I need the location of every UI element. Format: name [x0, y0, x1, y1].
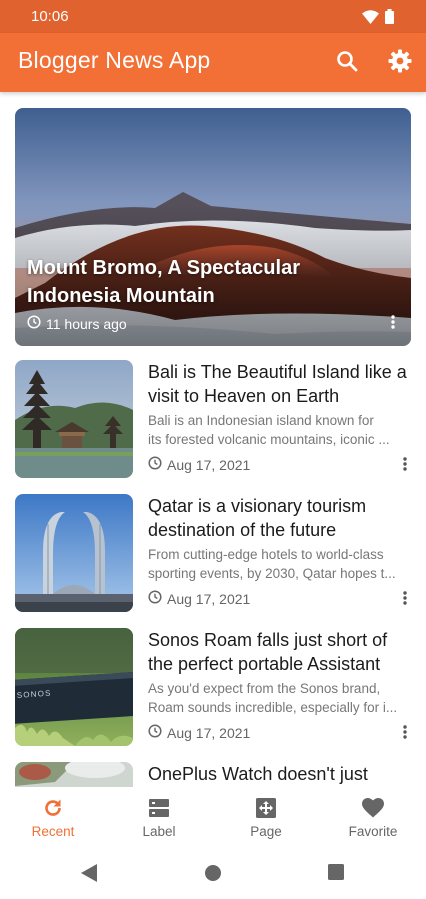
post-date-text: Aug 17, 2021 — [167, 724, 251, 741]
nav-favorite-label: Favorite — [348, 824, 398, 839]
more-vert-icon — [391, 315, 395, 333]
post-date-text: Aug 17, 2021 — [167, 456, 251, 473]
app-bar: Blogger News App — [0, 33, 426, 92]
home-icon — [205, 865, 221, 881]
nav-page-label: Page — [250, 824, 282, 839]
settings-button[interactable] — [387, 49, 413, 78]
post-thumbnail — [15, 762, 133, 787]
post-feed[interactable]: Mount Bromo, A Spectacular Indonesia Mou… — [0, 92, 426, 787]
post-excerpt-line: Bali is an Indonesian island known for — [148, 413, 374, 428]
nav-recent[interactable]: Recent — [0, 787, 106, 848]
refresh-icon — [43, 796, 63, 820]
more-vert-icon — [403, 591, 407, 609]
post-excerpt: Bali is an Indonesian island known for i… — [148, 411, 410, 449]
nav-label[interactable]: Label — [106, 787, 212, 848]
featured-more-button[interactable] — [391, 315, 395, 334]
nav-label-label: Label — [142, 824, 176, 839]
home-button[interactable] — [203, 863, 223, 883]
post-excerpt-line: its forested volcanic mountains, iconic … — [148, 432, 390, 447]
post-title: OnePlus Watch doesn't just — [148, 764, 368, 784]
clock-icon — [148, 724, 162, 741]
app-title: Blogger News App — [18, 47, 211, 73]
heart-icon — [362, 796, 384, 820]
wifi-icon — [362, 9, 379, 29]
label-icon — [149, 796, 169, 820]
post-date: Aug 17, 2021 — [148, 590, 250, 607]
search-icon — [336, 50, 358, 77]
post-title: Bali is The Beautiful Island like a visi… — [148, 362, 407, 406]
status-time: 10:06 — [31, 8, 69, 25]
post-item[interactable]: Qatar is a visionary tourism destination… — [15, 494, 411, 612]
featured-post-time: 11 hours ago — [27, 315, 127, 332]
post-title: Sonos Roam falls just short of the perfe… — [148, 630, 388, 674]
clock-icon — [27, 315, 41, 332]
featured-post-title: Mount Bromo, A Spectacular Indonesia Mou… — [27, 257, 300, 307]
gear-icon — [388, 49, 412, 78]
post-more-button[interactable] — [403, 457, 407, 476]
recents-icon — [328, 864, 344, 880]
page-icon — [256, 796, 276, 820]
more-vert-icon — [403, 725, 407, 743]
back-button[interactable] — [80, 863, 100, 883]
nav-page[interactable]: Page — [213, 787, 319, 848]
post-item[interactable]: Bali is The Beautiful Island like a visi… — [15, 360, 411, 478]
clock-icon — [148, 590, 162, 607]
bottom-navigation: Recent Label Page Favorite — [0, 787, 426, 848]
back-icon — [81, 864, 97, 882]
search-button[interactable] — [334, 50, 360, 76]
status-icons — [362, 9, 394, 29]
nav-favorite[interactable]: Favorite — [320, 787, 426, 848]
post-date: Aug 17, 2021 — [148, 456, 250, 473]
post-excerpt-line: From cutting-edge hotels to world-class — [148, 547, 384, 562]
post-item[interactable]: OnePlus Watch doesn't just — [15, 762, 411, 787]
post-excerpt: As you'd expect from the Sonos brand, Ro… — [148, 679, 410, 717]
nav-recent-label: Recent — [31, 824, 75, 839]
post-excerpt-line: As you'd expect from the Sonos brand, — [148, 681, 381, 696]
more-vert-icon — [403, 457, 407, 475]
status-bar: 10:06 — [0, 0, 426, 33]
post-more-button[interactable] — [403, 591, 407, 610]
system-navigation-bar — [0, 848, 426, 899]
post-excerpt-line: Roam sounds incredible, especially for i… — [148, 700, 398, 715]
post-more-button[interactable] — [403, 725, 407, 744]
recents-button[interactable] — [327, 863, 347, 883]
post-excerpt: From cutting-edge hotels to world-class … — [148, 545, 410, 583]
post-thumbnail: SONOS — [15, 628, 133, 746]
post-date-text: Aug 17, 2021 — [167, 590, 251, 607]
post-title: Qatar is a visionary tourism destination… — [148, 496, 367, 540]
post-date: Aug 17, 2021 — [148, 724, 250, 741]
clock-icon — [148, 456, 162, 473]
battery-icon — [385, 9, 394, 29]
post-thumbnail — [15, 360, 133, 478]
post-thumbnail — [15, 494, 133, 612]
post-item[interactable]: SONOS Sonos Roam falls just short of the… — [15, 628, 411, 746]
featured-post-time-text: 11 hours ago — [46, 315, 127, 332]
featured-post-card[interactable]: Mount Bromo, A Spectacular Indonesia Mou… — [15, 108, 411, 346]
post-excerpt-line: sporting events, by 2030, Qatar hopes t.… — [148, 566, 396, 581]
